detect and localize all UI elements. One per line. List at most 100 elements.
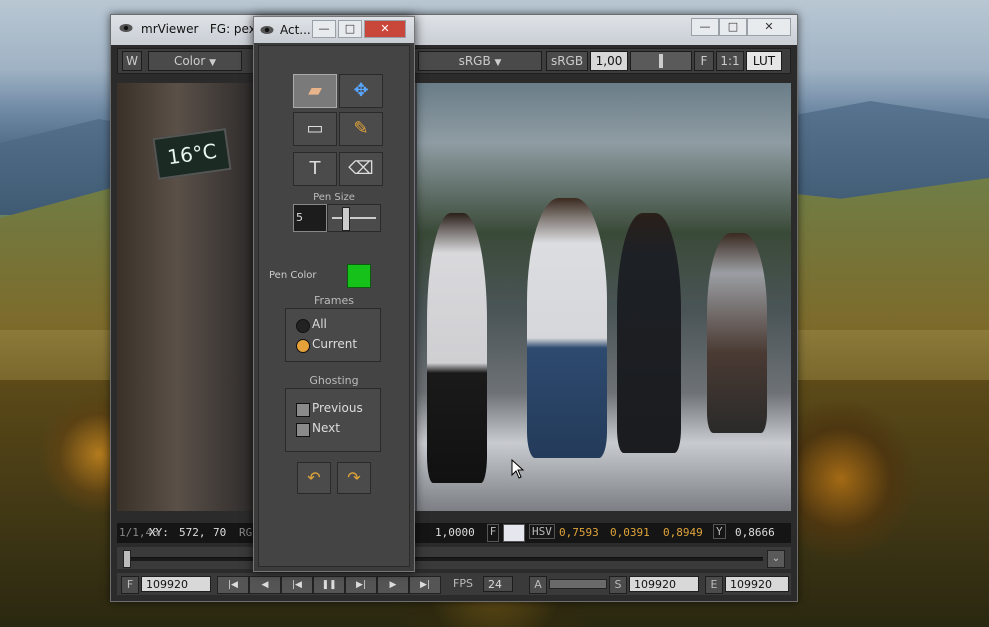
pen-size-slider[interactable] <box>327 204 381 232</box>
undo-button[interactable]: ↶ <box>297 462 331 494</box>
step-forward-button[interactable]: ▶ <box>377 576 409 594</box>
mrviewer-titlebar[interactable]: mrViewer FG: pexel — □ ✕ <box>111 15 797 45</box>
eye-icon <box>260 26 274 34</box>
close-button[interactable]: ✕ <box>364 20 406 38</box>
all-frames-radio[interactable] <box>296 319 310 333</box>
timeline-handle[interactable] <box>123 550 131 568</box>
pixel-info-bar: 1/1,48 XY: 572, 70 RG 1,0000 F HSV 0,759… <box>117 523 791 543</box>
audio-label: A <box>529 576 547 594</box>
pedestrian <box>427 213 487 483</box>
play-backward-button[interactable]: |◀ <box>281 576 313 594</box>
action-tools-title: Act... <box>280 23 311 37</box>
ghosting-label: Ghosting <box>309 374 359 387</box>
saturation-value: 0,0391 <box>610 526 650 539</box>
x-coordinate: 572, <box>179 526 206 539</box>
mouse-cursor-icon <box>511 459 525 479</box>
gain-input[interactable]: 1,00 <box>590 51 628 71</box>
minimize-button[interactable]: — <box>312 20 336 38</box>
rectangle-tool[interactable]: ▭ <box>293 112 337 146</box>
f-stop-button[interactable]: F <box>694 51 714 71</box>
wipe-button[interactable]: W <box>122 51 142 71</box>
first-frame-button[interactable]: |◀ <box>217 576 249 594</box>
alpha-value: 1,0000 <box>435 526 475 539</box>
previous-label: Previous <box>312 401 363 415</box>
audio-volume-slider[interactable] <box>549 579 607 589</box>
redo-button[interactable]: ↷ <box>337 462 371 494</box>
pen-size-label: Pen Size <box>313 192 355 203</box>
channel-dropdown[interactable]: Color ▼ <box>148 51 242 71</box>
play-forward-button[interactable]: ▶| <box>345 576 377 594</box>
viewer-toolbar: W Color ▼ sRGB ▼ sRGB 1,00 F 1:1 LUT <box>117 48 791 74</box>
timeline[interactable]: ⌄ <box>117 547 791 569</box>
display-lut-dropdown[interactable]: sRGB ▼ <box>418 51 542 71</box>
eraser-icon: ▰ <box>308 80 322 101</box>
pause-button[interactable]: ❚❚ <box>313 576 345 594</box>
hue-value: 0,7593 <box>559 526 599 539</box>
pen-color-swatch[interactable] <box>347 264 371 288</box>
channel-value: Color <box>173 54 206 68</box>
frame-label: F <box>121 576 139 594</box>
eraser-tool[interactable]: ⌫ <box>339 152 383 186</box>
last-frame-button[interactable]: ▶| <box>409 576 441 594</box>
start-label: S <box>609 576 627 594</box>
value-value: 0,8949 <box>663 526 703 539</box>
pen-size-input[interactable]: 5 <box>293 204 327 232</box>
end-frame-input[interactable]: 109920 <box>725 576 789 592</box>
app-title: mrViewer <box>141 22 199 36</box>
frame-input[interactable]: 109920 <box>141 576 211 592</box>
image-viewport[interactable]: 16°C <box>117 83 791 511</box>
fps-input[interactable]: 24 <box>483 576 513 592</box>
action-tools-panel: ▰ ✥ ▭ ✎ T ⌫ Pen Size 5 Pen Color Frames … <box>258 45 410 567</box>
undo-icon: ↶ <box>307 468 321 487</box>
mrviewer-eye-icon <box>119 24 133 32</box>
gain-slider[interactable] <box>630 51 692 71</box>
minimize-button[interactable]: — <box>691 18 719 36</box>
move-tool[interactable]: ✥ <box>339 74 383 108</box>
timeline-options-icon[interactable]: ⌄ <box>767 550 785 568</box>
brush-icon: ✎ <box>353 118 369 139</box>
display-lut-value: sRGB <box>458 54 491 68</box>
next-label: Next <box>312 421 340 435</box>
hsv-mode-button[interactable]: HSV <box>529 524 555 539</box>
redo-icon: ↷ <box>347 468 361 487</box>
start-frame-input[interactable]: 109920 <box>629 576 699 592</box>
all-frames-label: All <box>312 317 327 331</box>
xy-label: XY: <box>149 526 169 539</box>
luminance-value: 0,8666 <box>735 526 775 539</box>
view-lut-button[interactable]: sRGB <box>546 51 588 71</box>
timeline-track[interactable] <box>127 557 763 561</box>
chevron-down-icon: ▼ <box>209 58 217 68</box>
text-tool[interactable]: T <box>293 152 337 186</box>
step-back-button[interactable]: ◀ <box>249 576 281 594</box>
slider-handle-icon <box>342 207 350 231</box>
ratio-button[interactable]: 1:1 <box>716 51 744 71</box>
maximize-button[interactable]: □ <box>338 20 362 38</box>
float-toggle[interactable]: F <box>487 524 499 542</box>
text-icon: T <box>309 158 321 179</box>
current-frame-radio[interactable] <box>296 339 310 353</box>
pen-color-label: Pen Color <box>269 270 317 281</box>
window-title: mrViewer FG: pexel <box>141 22 266 36</box>
luminance-mode-button[interactable]: Y <box>713 524 726 539</box>
pedestrian <box>707 233 767 433</box>
brush-tool[interactable]: ✎ <box>339 112 383 146</box>
maximize-button[interactable]: □ <box>719 18 747 36</box>
rectangle-icon: ▭ <box>306 118 324 139</box>
pedestrian <box>617 213 681 453</box>
eraser-selection-tool[interactable]: ▰ <box>293 74 337 108</box>
lut-button[interactable]: LUT <box>746 51 782 71</box>
y-coordinate: 70 <box>213 526 227 539</box>
mrviewer-window: mrViewer FG: pexel — □ ✕ W Color ▼ sRGB … <box>110 14 798 602</box>
chevron-down-icon: ▼ <box>494 58 502 68</box>
close-button[interactable]: ✕ <box>747 18 791 36</box>
action-tools-window: Act... — □ ✕ ▰ ✥ ▭ ✎ T ⌫ Pen Size 5 Pen … <box>253 16 415 572</box>
next-checkbox[interactable] <box>296 423 310 437</box>
eraser-icon: ⌫ <box>348 158 374 179</box>
frames-label: Frames <box>313 294 354 307</box>
current-frame-label: Current <box>312 337 358 351</box>
color-swatch <box>503 524 525 542</box>
slider-handle-icon <box>659 54 663 68</box>
action-tools-titlebar[interactable]: Act... — □ ✕ <box>254 17 414 43</box>
previous-checkbox[interactable] <box>296 403 310 417</box>
move-icon: ✥ <box>353 80 369 101</box>
